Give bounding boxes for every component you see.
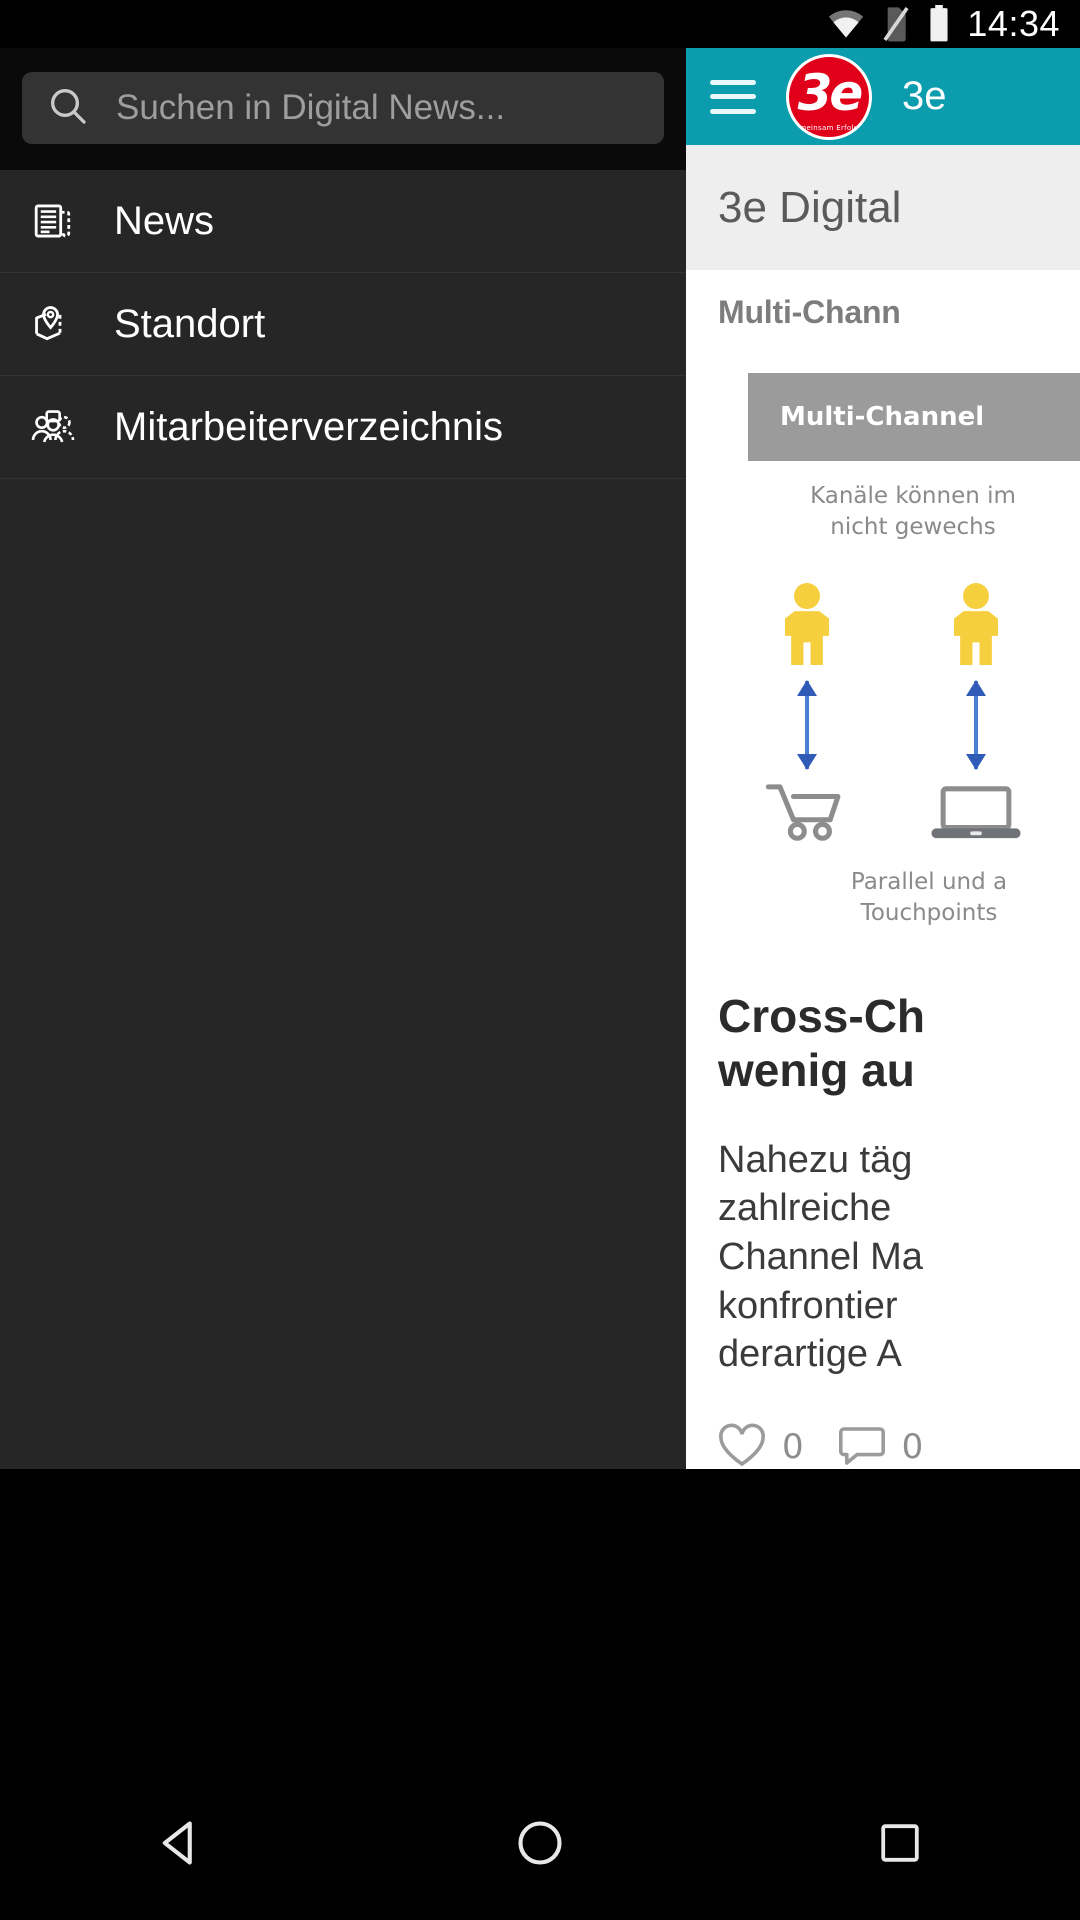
infographic-footer: Parallel und a Touchpoints <box>850 869 1008 927</box>
sidebar-item-label: Standort <box>114 301 266 346</box>
sidebar-item-label: Mitarbeiterverzeichnis <box>114 404 504 449</box>
map-pin-icon <box>30 303 76 345</box>
sidebar-item-mitarbeiterverzeichnis[interactable]: Mitarbeiterverzeichnis <box>0 376 686 479</box>
newspaper-icon <box>30 200 76 242</box>
comment-count: 0 <box>901 1426 924 1467</box>
recents-square-icon <box>876 1819 924 1871</box>
hamburger-icon[interactable] <box>710 79 756 114</box>
figure-column <box>928 583 1024 841</box>
sidebar-item-standort[interactable]: Standort <box>0 273 686 376</box>
like-button[interactable]: 0 <box>718 1423 804 1469</box>
comment-icon <box>838 1423 886 1469</box>
no-sim-icon <box>881 6 911 42</box>
comment-button[interactable]: 0 <box>838 1423 924 1469</box>
like-count: 0 <box>782 1426 804 1467</box>
infographic-band: Multi-Channel <box>748 373 1080 461</box>
app-bar-title: 3e <box>902 74 947 118</box>
person-icon <box>954 583 998 666</box>
shopping-cart-icon <box>764 783 850 841</box>
people-group-icon <box>30 406 76 448</box>
infographic-caption: Kanäle können im nicht gewechs <box>810 483 1016 541</box>
navigation-drawer: Suchen in Digital News... News Standort … <box>0 48 686 1469</box>
figure-column <box>764 583 850 841</box>
home-circle-icon <box>514 1817 566 1873</box>
infographic-figures <box>764 583 1080 841</box>
phone-screen: 14:34 3e Gemeinsam Erfolgreich 3e 3e Dig… <box>0 0 1080 1920</box>
infographic: Multi-Channel Kanäle können im nicht gewe… <box>718 373 1080 929</box>
search-placeholder: Suchen in Digital News... <box>116 88 506 127</box>
laptop-icon <box>928 783 1024 841</box>
logo-text: 3e <box>797 63 864 122</box>
sidebar-item-label: News <box>114 198 215 243</box>
wifi-icon <box>827 9 865 39</box>
article-reactions: 0 0 <box>718 1423 1080 1469</box>
search-icon <box>48 86 88 130</box>
article-body: Nahezu täg zahlreiche Channel Ma konfrontie… <box>718 1138 923 1376</box>
logo-subtext: Gemeinsam Erfolgreich <box>789 123 872 132</box>
brand-logo: 3e Gemeinsam Erfolgreich <box>786 53 872 140</box>
battery-icon <box>927 5 951 43</box>
search-input[interactable]: Suchen in Digital News... <box>22 72 664 144</box>
double-arrow-icon <box>966 680 986 771</box>
page-title: 3e Digital <box>718 182 902 232</box>
sidebar-item-news[interactable]: News <box>0 170 686 273</box>
person-icon <box>785 583 829 666</box>
article-title: Cross-Ch wenig au <box>718 990 926 1097</box>
heart-icon <box>718 1423 766 1469</box>
back-button[interactable] <box>120 1795 240 1895</box>
infographic-band-label: Multi-Channel <box>780 402 985 432</box>
article-kicker: Multi-Chann <box>718 294 901 330</box>
android-navigation-bar <box>0 1769 1080 1920</box>
drawer-menu-list: News Standort Mitarbeiterverzeichnis <box>0 170 686 479</box>
home-button[interactable] <box>480 1795 600 1895</box>
status-bar-clock: 14:34 <box>967 3 1060 44</box>
back-triangle-icon <box>154 1817 206 1873</box>
recents-button[interactable] <box>840 1795 960 1895</box>
status-bar: 14:34 <box>0 0 1080 48</box>
drawer-search-container: Suchen in Digital News... <box>0 48 686 170</box>
double-arrow-icon <box>797 680 817 771</box>
